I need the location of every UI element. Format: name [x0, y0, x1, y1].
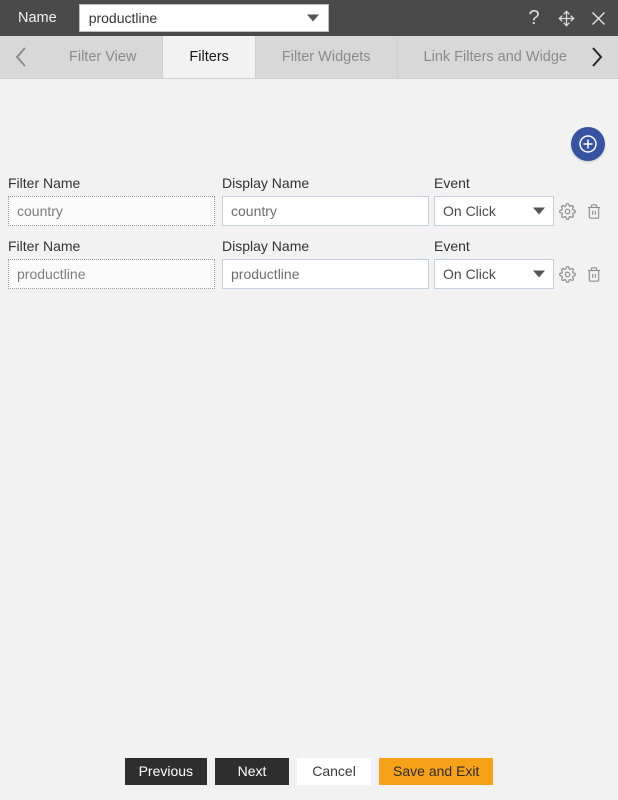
- filter-row-labels: Filter Name Display Name Event: [0, 238, 618, 259]
- event-dropdown[interactable]: On Click: [434, 259, 554, 289]
- tab-bar: Filter View Filters Filter Widgets Link …: [0, 36, 618, 79]
- trash-icon[interactable]: [585, 201, 603, 221]
- name-dropdown[interactable]: productline: [78, 4, 329, 32]
- display-name-label: Display Name: [222, 175, 310, 191]
- event-label: Event: [434, 175, 470, 191]
- chevron-down-icon: [533, 270, 545, 278]
- filter-row: Filter Name Display Name Event On Click: [0, 238, 618, 289]
- tab-filter-widgets[interactable]: Filter Widgets: [255, 36, 398, 78]
- tab-filter-view[interactable]: Filter View: [43, 36, 164, 78]
- filter-name-input[interactable]: [8, 196, 215, 226]
- tab-label: Filter View: [69, 49, 137, 65]
- previous-button[interactable]: Previous: [124, 757, 208, 785]
- event-label: Event: [434, 238, 470, 254]
- tab-scroll-left-button[interactable]: [0, 36, 43, 78]
- tabs-strip: Filter View Filters Filter Widgets Link …: [43, 36, 575, 78]
- save-and-exit-button[interactable]: Save and Exit: [379, 757, 494, 785]
- filter-row-labels: Filter Name Display Name Event: [0, 175, 618, 196]
- filter-row: Filter Name Display Name Event On Click: [0, 175, 618, 226]
- gear-icon[interactable]: [558, 201, 576, 221]
- event-dropdown[interactable]: On Click: [434, 196, 554, 226]
- filter-rows: Filter Name Display Name Event On Click: [0, 175, 618, 301]
- tab-link-filters-and-widgets[interactable]: Link Filters and Widge: [397, 36, 575, 78]
- move-arrows-icon[interactable]: [556, 7, 576, 29]
- add-filter-button[interactable]: [571, 127, 605, 161]
- chevron-down-icon: [533, 207, 545, 215]
- name-label: Name: [18, 10, 57, 26]
- tab-label: Filter Widgets: [281, 49, 371, 65]
- tab-label: Link Filters and Widge: [423, 49, 567, 65]
- display-name-label: Display Name: [222, 238, 310, 254]
- filter-name-input[interactable]: [8, 259, 215, 289]
- display-name-input[interactable]: [222, 259, 429, 289]
- close-icon[interactable]: [588, 7, 608, 29]
- dialog-window: Name productline ? Filter View Filters F…: [0, 0, 618, 800]
- content-area: Filter Name Display Name Event On Click: [0, 79, 618, 754]
- cancel-button[interactable]: Cancel: [297, 757, 372, 785]
- footer-button-bar: Previous Next Cancel Save and Exit: [0, 754, 618, 800]
- filter-row-fields: On Click: [0, 259, 618, 289]
- next-button[interactable]: Next: [215, 757, 290, 785]
- filter-name-label: Filter Name: [8, 238, 81, 254]
- title-bar: Name productline ?: [0, 0, 618, 36]
- help-icon[interactable]: ?: [524, 7, 544, 29]
- tab-filters[interactable]: Filters: [163, 36, 256, 78]
- filter-row-fields: On Click: [0, 196, 618, 226]
- name-dropdown-value: productline: [88, 10, 158, 26]
- event-dropdown-value: On Click: [443, 266, 496, 282]
- gear-icon[interactable]: [558, 264, 576, 284]
- event-dropdown-value: On Click: [443, 203, 496, 219]
- chevron-down-icon: [306, 14, 319, 22]
- tab-label: Filters: [189, 49, 229, 65]
- tab-scroll-right-button[interactable]: [575, 36, 618, 78]
- filter-name-label: Filter Name: [8, 175, 81, 191]
- trash-icon[interactable]: [585, 264, 603, 284]
- display-name-input[interactable]: [222, 196, 429, 226]
- titlebar-icon-group: ?: [524, 7, 608, 29]
